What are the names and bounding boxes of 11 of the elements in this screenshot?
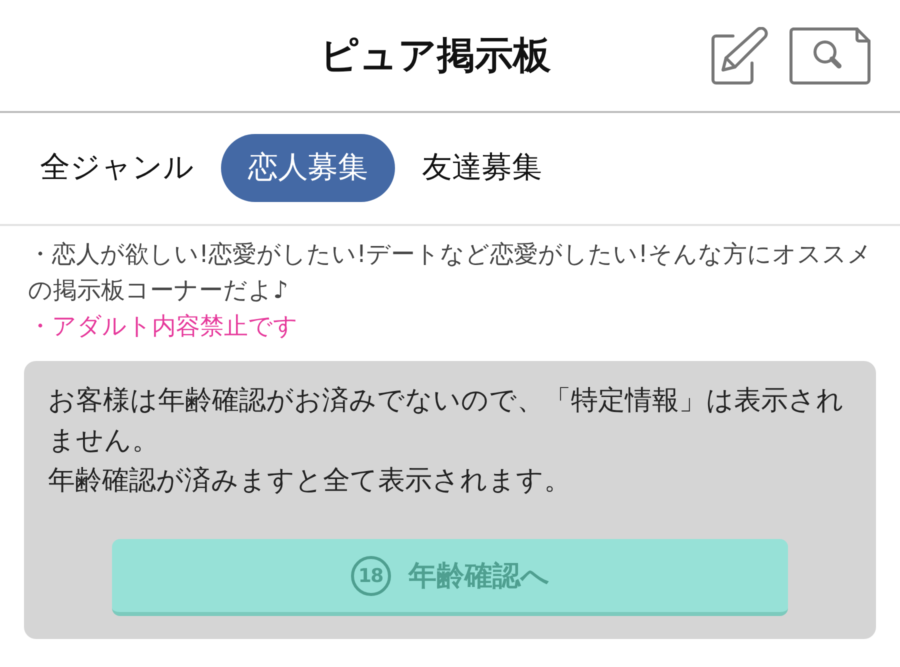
genre-tab[interactable]: 友達募集 bbox=[395, 134, 569, 202]
page-title: ピュア掲示板 bbox=[320, 32, 551, 79]
genre-tab[interactable]: 恋人募集 bbox=[221, 134, 395, 202]
notice-text: お客様は年齢確認がお済みでないので、「特定情報」は表示されません。 bbox=[48, 384, 845, 458]
search-icon bbox=[789, 26, 871, 84]
genre-tab[interactable]: 全ジャンル bbox=[13, 134, 221, 202]
search-button[interactable] bbox=[789, 26, 871, 84]
info-note: ・恋人が欲しい!恋愛がしたい!デートなど恋愛がしたい!そんな方にオススメの掲示板コーナーだよ♪ bbox=[28, 239, 873, 306]
notice-text: 年齢確認が済みますと全て表示されます。 bbox=[48, 464, 572, 498]
age-limit-mark: 18 bbox=[350, 556, 390, 596]
warning-note: ・アダルト内容禁止です bbox=[28, 311, 299, 342]
